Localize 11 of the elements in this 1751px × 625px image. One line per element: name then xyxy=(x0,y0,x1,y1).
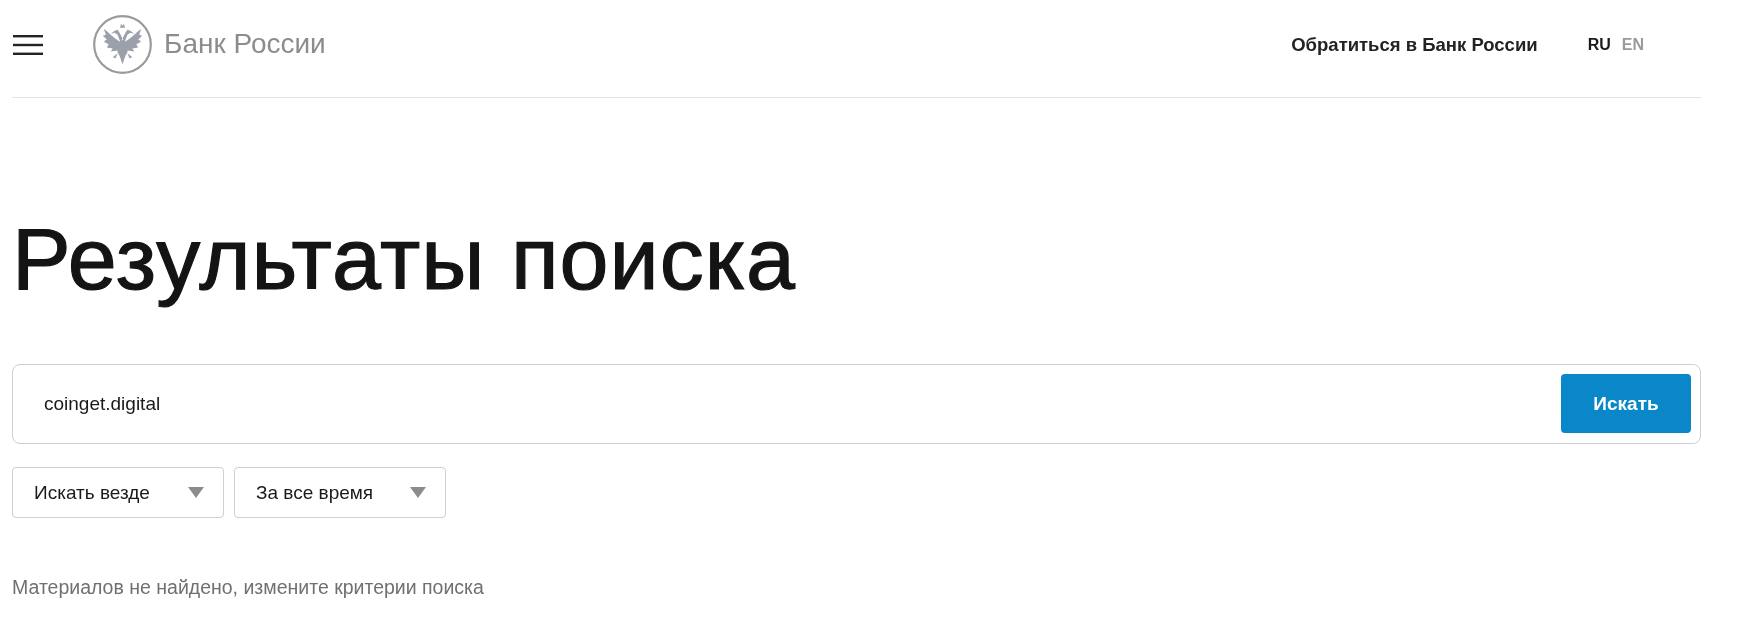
filter-dropdown[interactable]: За все время xyxy=(234,467,446,519)
caret-icon xyxy=(410,487,426,499)
page-title: Результаты поиска xyxy=(12,208,798,310)
contact-link[interactable]: Обратиться в Банк России xyxy=(1291,33,1538,56)
no-results-message: Материалов не найдено, измените критерии поиска xyxy=(12,576,485,600)
caret-icon xyxy=(188,487,204,499)
language-option[interactable]: RU xyxy=(1587,35,1611,54)
search-button[interactable]: Искать xyxy=(1561,374,1691,434)
menu-icon[interactable] xyxy=(13,34,43,55)
eagle-emblem-icon[interactable] xyxy=(93,15,152,74)
filter-dropdown[interactable]: Искать везде xyxy=(12,467,224,519)
